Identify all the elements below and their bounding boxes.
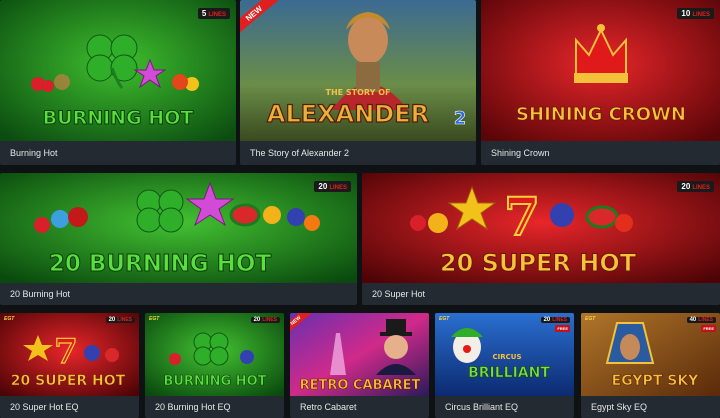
lines-badge: 20 LINES	[314, 181, 351, 192]
game-thumbnail: 20 BURNING HOT	[0, 173, 357, 283]
lines-count: 20	[681, 182, 691, 191]
game-thumbnail: THE STORY OF ALEXANDER 2	[240, 0, 476, 141]
cherry-icon	[410, 215, 426, 231]
seven-icon: 7	[504, 187, 540, 248]
grape-icon	[84, 345, 100, 361]
game-card-20-burning-hot-eq[interactable]: BURNING HOT EGT 20 LINES 20 Burning Hot E…	[145, 313, 284, 418]
game-title: 20 Burning Hot EQ	[155, 402, 231, 412]
game-logo: BURNING HOT	[163, 374, 266, 389]
lines-label: LINES	[698, 317, 713, 323]
lines-count: 10	[681, 9, 691, 18]
game-card-the-story-of-alexander-2[interactable]: THE STORY OF ALEXANDER 2 NEW The Story o…	[240, 0, 476, 165]
lines-label: LINES	[117, 317, 132, 323]
game-thumbnail: BURNING HOT	[145, 313, 284, 396]
game-thumbnail: BURNING HOT	[0, 0, 236, 141]
grape-icon	[550, 203, 574, 227]
lines-count: 40	[689, 317, 697, 323]
game-logo-subtitle: THE STORY OF	[326, 88, 391, 97]
lines-label: LINES	[329, 185, 347, 191]
game-logo: EGYPT SKY	[612, 373, 700, 389]
game-card-retro-cabaret[interactable]: RETRO CABARET NEW Retro Cabaret	[290, 313, 429, 418]
lines-label: LINES	[692, 185, 710, 191]
game-logo-subtitle: CIRCUS	[493, 353, 522, 361]
lines-badge: 5 LINES	[197, 8, 230, 19]
lines-count: 20	[318, 182, 328, 191]
lines-badge: 20 LINES	[250, 317, 280, 323]
game-thumbnail: 7 20 SUPER HOT	[0, 313, 139, 396]
game-card-20-super-hot-eq[interactable]: 7 20 SUPER HOT EGT 20 LINES 20 Super Hot …	[0, 313, 139, 418]
lines-badge: 10 LINES	[677, 8, 714, 19]
game-title: Burning Hot	[10, 148, 58, 158]
lines-count: 20	[108, 317, 116, 323]
lines-label: LINES	[262, 317, 277, 323]
game-card-circus-brilliant-eq[interactable]: CIRCUS BRILLIANT EGT 20 LINES FREE Circus…	[435, 313, 574, 418]
lines-count: 5	[201, 9, 207, 18]
game-title: 20 Burning Hot	[10, 289, 71, 299]
game-card-shining-crown[interactable]: SHINING CROWN 10 LINES Shining Crown	[481, 0, 720, 165]
game-title: Shining Crown	[491, 148, 550, 158]
game-title: 20 Super Hot EQ	[10, 402, 79, 412]
lines-badge: 20 LINES	[105, 317, 135, 323]
game-card-egypt-sky-eq[interactable]: EGYPT SKY EGT 40 LINES FREE Egypt Sky EQ	[581, 313, 720, 418]
lines-badge: 20 LINES	[677, 181, 714, 192]
game-logo: ALEXANDER	[267, 100, 429, 128]
free-badge: FREE	[555, 325, 570, 332]
game-title: 20 Super Hot	[372, 289, 426, 299]
game-title: The Story of Alexander 2	[250, 148, 350, 158]
game-logo: BRILLIANT	[468, 365, 550, 381]
game-thumbnail: CIRCUS BRILLIANT	[435, 313, 574, 396]
provider-logo: EGT	[439, 316, 450, 322]
lines-label: LINES	[208, 12, 226, 18]
game-title: Retro Cabaret	[300, 402, 357, 412]
game-card-20-super-hot[interactable]: 7 20 SUPER HOT 20 LINES 20 Super Hot	[362, 173, 720, 305]
lines-count: 20	[543, 317, 551, 323]
game-thumbnail: SHINING CROWN	[481, 0, 720, 141]
provider-logo: EGT	[585, 316, 596, 322]
seven-icon: 7	[54, 332, 78, 372]
lines-label: LINES	[692, 12, 710, 18]
watermelon-icon	[229, 203, 261, 227]
game-logo: 20 SUPER HOT	[11, 373, 126, 389]
game-thumbnail: 7 20 SUPER HOT	[362, 173, 720, 283]
lines-label: LINES	[552, 317, 567, 323]
lines-badge: 40 LINES	[686, 317, 716, 323]
watermelon-icon	[585, 205, 619, 229]
game-card-burning-hot[interactable]: BURNING HOT 5 LINES Burning Hot	[0, 0, 236, 165]
grape-icon	[287, 208, 305, 226]
lines-count: 20	[253, 317, 261, 323]
game-logo: SHINING CROWN	[516, 104, 686, 125]
lemon-icon	[428, 213, 448, 233]
game-title: Circus Brilliant EQ	[445, 402, 519, 412]
game-card-20-burning-hot[interactable]: 20 BURNING HOT 20 LINES 20 Burning Hot	[0, 173, 357, 305]
game-logo: 20 BURNING HOT	[49, 251, 272, 277]
lines-badge: 20 LINES	[540, 317, 570, 323]
game-logo-number: 2	[454, 108, 467, 129]
game-thumbnail: RETRO CABARET	[290, 313, 429, 396]
game-thumbnail: EGYPT SKY	[581, 313, 720, 396]
cherry-icon	[34, 217, 50, 233]
game-title: Egypt Sky EQ	[591, 402, 648, 412]
provider-logo: EGT	[4, 316, 15, 322]
game-logo: 20 SUPER HOT	[440, 249, 637, 277]
free-badge: FREE	[701, 325, 716, 332]
game-logo: RETRO CABARET	[300, 378, 421, 393]
game-logo: BURNING HOT	[43, 107, 194, 129]
provider-logo: EGT	[149, 316, 160, 322]
